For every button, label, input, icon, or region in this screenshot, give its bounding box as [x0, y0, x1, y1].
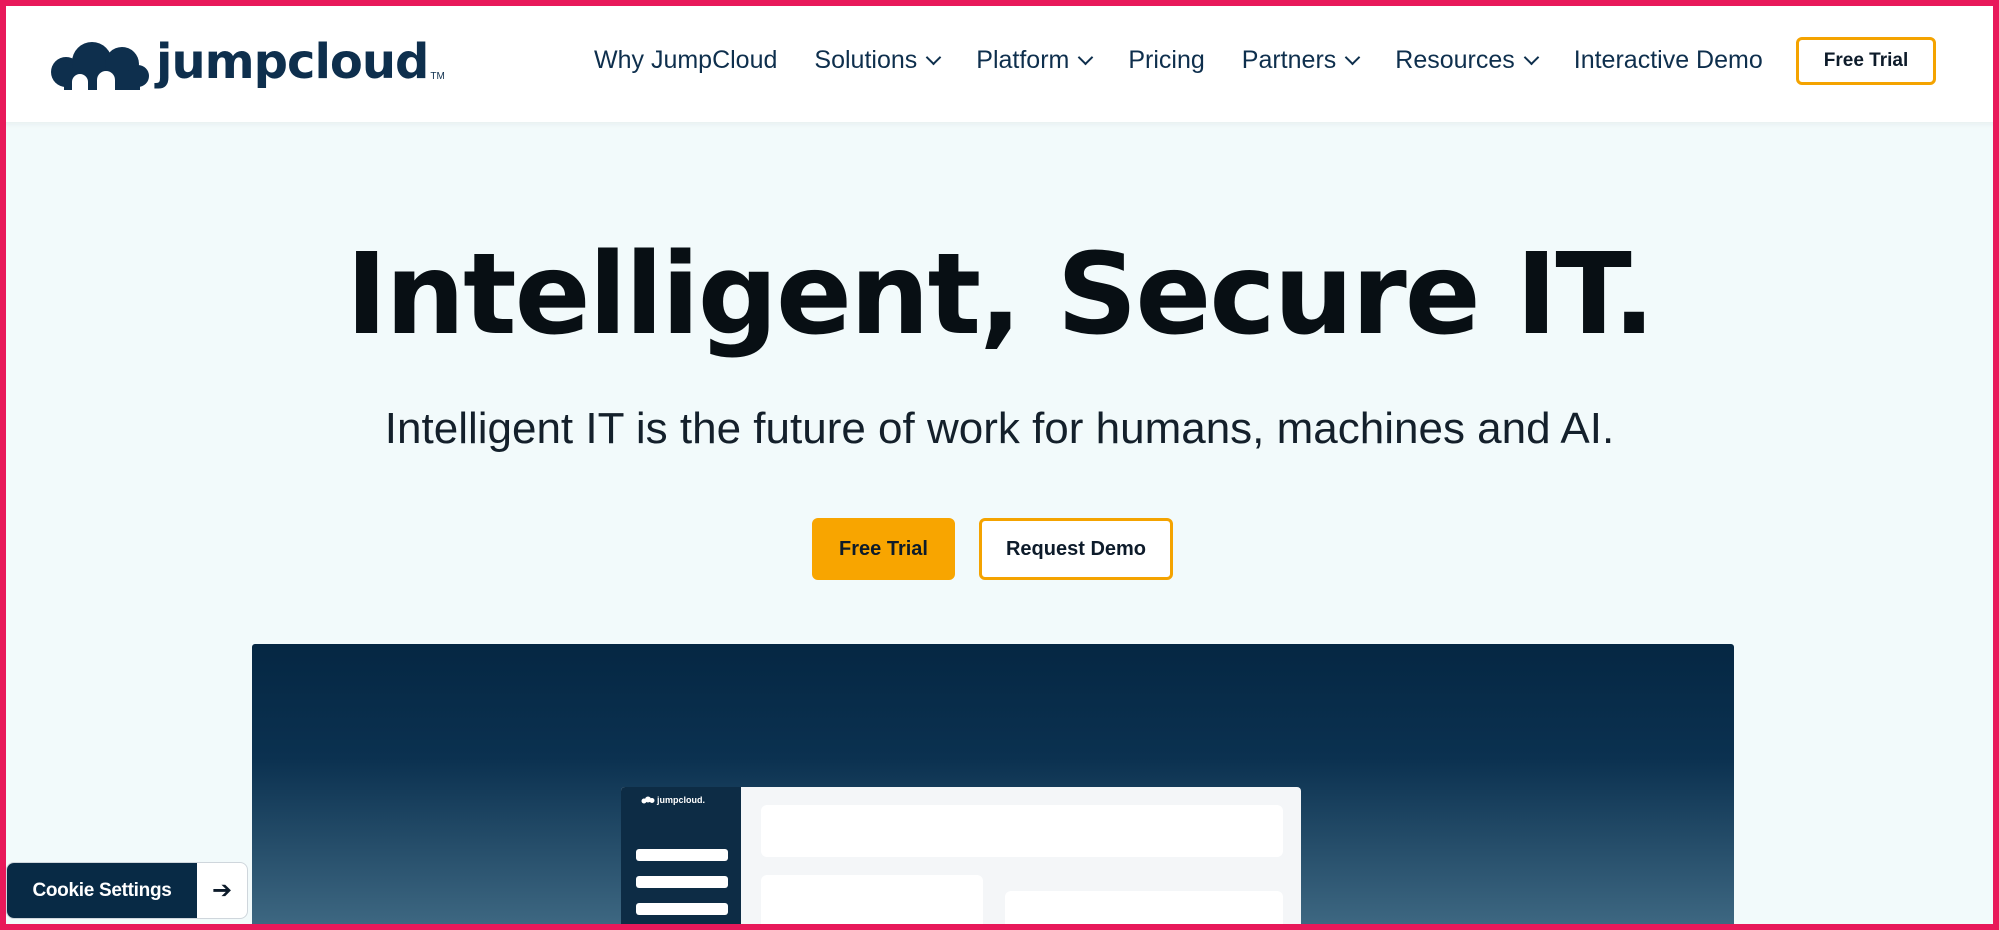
- nav-label: Resources: [1395, 45, 1515, 74]
- cloud-icon: [641, 796, 655, 804]
- free-trial-button[interactable]: Free Trial: [812, 518, 955, 580]
- cookie-settings-widget[interactable]: Cookie Settings ➔: [6, 862, 248, 919]
- nav-pricing[interactable]: Pricing: [1128, 46, 1204, 75]
- sidebar-menu-bar: [636, 903, 728, 915]
- nav-platform[interactable]: Platform: [976, 45, 1094, 75]
- app-logo-text: jumpcloud.: [657, 795, 705, 805]
- nav-solutions[interactable]: Solutions: [814, 45, 942, 75]
- request-demo-button[interactable]: Request Demo: [979, 518, 1173, 580]
- nav-label: Partners: [1241, 45, 1337, 74]
- nav-partners[interactable]: Partners: [1241, 45, 1361, 75]
- chevron-down-icon: [925, 49, 942, 65]
- app-content-card: [761, 875, 983, 930]
- nav-why-jumpcloud[interactable]: Why JumpCloud: [594, 46, 777, 75]
- chevron-down-icon: [1078, 49, 1094, 65]
- logo-wordmark: jumpcloud: [156, 34, 429, 90]
- app-sidebar: jumpcloud.: [621, 787, 741, 930]
- arrow-right-icon[interactable]: ➔: [197, 863, 247, 918]
- nav-label: Solutions: [814, 45, 918, 74]
- cookie-settings-label[interactable]: Cookie Settings: [7, 863, 197, 918]
- jumpcloud-logo[interactable]: jumpcloud TM: [46, 28, 445, 94]
- app-logo: jumpcloud.: [641, 795, 705, 805]
- app-header-card: [761, 805, 1283, 857]
- chevron-down-icon: [1523, 49, 1540, 65]
- sidebar-menu-bar: [636, 876, 728, 888]
- hero-subtitle: Intelligent IT is the future of work for…: [384, 404, 1615, 453]
- hero-title: Intelligent, Secure IT.: [345, 230, 1656, 360]
- cloud-icon: [51, 42, 149, 94]
- app-content-card: [1005, 891, 1283, 930]
- nav-label: Interactive Demo: [1573, 45, 1763, 74]
- header-free-trial-button[interactable]: Free Trial: [1796, 37, 1936, 85]
- nav-interactive-demo[interactable]: Interactive Demo: [1574, 46, 1763, 75]
- nav-label: Pricing: [1128, 45, 1205, 74]
- sidebar-menu-bar: [636, 849, 728, 861]
- nav-resources[interactable]: Resources: [1395, 45, 1540, 75]
- site-header: jumpcloud TM Why JumpCloud Solutions Pla…: [0, 0, 1999, 122]
- main-nav: Why JumpCloud Solutions Platform Pricing…: [594, 40, 1800, 80]
- nav-label: Why JumpCloud: [594, 45, 778, 74]
- product-preview-panel: jumpcloud.: [252, 644, 1734, 930]
- app-screenshot: jumpcloud.: [621, 787, 1301, 930]
- nav-label: Platform: [976, 45, 1070, 74]
- chevron-down-icon: [1344, 49, 1361, 65]
- trademark: TM: [430, 71, 445, 82]
